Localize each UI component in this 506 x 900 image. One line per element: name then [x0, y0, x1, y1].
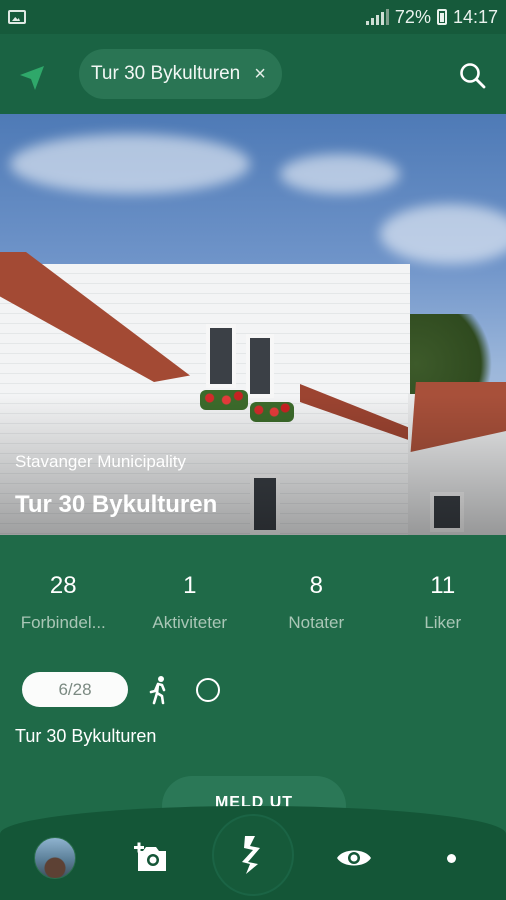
route-name: Tur 30 Bykulturen: [15, 726, 157, 746]
app-bar: Tur 30 Bykulturen ×: [0, 34, 506, 114]
stats-row: 28 Forbindel... 1 Aktiviteter 8 Notater …: [0, 572, 506, 633]
add-photo-icon[interactable]: [134, 842, 170, 874]
walking-person-icon: [149, 675, 166, 704]
progress-row: 6/28: [22, 672, 220, 707]
navigation-arrow-icon[interactable]: [16, 62, 48, 94]
stat-label: Forbindel...: [20, 613, 106, 632]
progress-pill[interactable]: 6/28: [22, 672, 128, 707]
stat-value: 11: [430, 572, 456, 599]
stat-value: 28: [49, 572, 77, 599]
filter-chip[interactable]: Tur 30 Bykulturen ×: [79, 49, 282, 99]
eye-icon[interactable]: [336, 846, 372, 870]
stat-label: Notater: [288, 613, 345, 632]
stat-label: Liker: [424, 613, 462, 632]
window: [206, 324, 236, 388]
app-logo-icon: [242, 836, 260, 874]
close-icon[interactable]: ×: [254, 63, 266, 86]
home-button[interactable]: [214, 816, 292, 894]
stat-value: 1: [183, 572, 197, 599]
stat-connections[interactable]: 28 Forbindel...: [0, 572, 127, 633]
avatar[interactable]: [34, 837, 76, 879]
cloud: [280, 154, 400, 194]
chip-label: Tur 30 Bykulturen: [91, 63, 241, 84]
stat-notes[interactable]: 8 Notater: [253, 572, 380, 633]
dot-icon[interactable]: [447, 854, 456, 863]
cloud: [10, 134, 250, 194]
search-icon[interactable]: [458, 61, 488, 91]
hero-title: Tur 30 Bykulturen: [15, 491, 218, 518]
gallery-notification-icon: [8, 10, 26, 24]
bottom-nav: [0, 806, 506, 900]
status-bar: 72% 14:17: [0, 0, 506, 34]
clock: 14:17: [452, 6, 498, 27]
hero-subtitle: Stavanger Municipality: [15, 452, 187, 471]
battery-icon: [436, 9, 447, 25]
status-indicators: 72% 14:17: [365, 6, 498, 28]
signal-icon: [365, 9, 389, 25]
hero-image[interactable]: Stavanger Municipality Tur 30 Bykulturen: [0, 114, 506, 535]
battery-percent: 72%: [394, 6, 431, 27]
stat-activities[interactable]: 1 Aktiviteter: [127, 572, 254, 633]
status-circle-icon[interactable]: [196, 677, 220, 702]
cloud: [380, 204, 506, 264]
window: [246, 334, 274, 398]
stat-label: Aktiviteter: [152, 613, 228, 632]
stat-value: 8: [309, 572, 323, 599]
stat-likes[interactable]: 11 Liker: [380, 572, 506, 633]
